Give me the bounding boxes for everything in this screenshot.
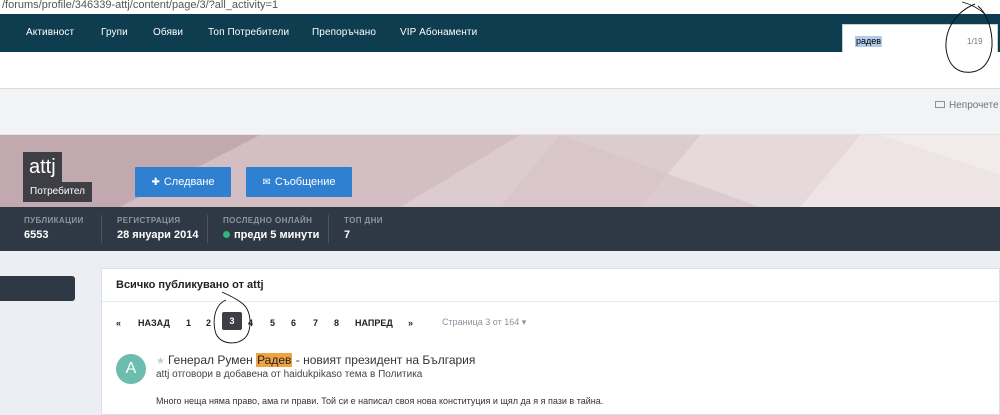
profile-side-menu-item[interactable]	[0, 276, 75, 301]
stat-last-online-value: преди 5 минути	[223, 229, 319, 241]
post-title-link[interactable]: ★ Генерал Румен Радев - новият президент …	[156, 353, 475, 367]
pager-page-current[interactable]: 3	[222, 312, 242, 330]
search-highlight: Радев	[256, 353, 293, 367]
stat-posts-label: ПУБЛИКАЦИИ	[24, 216, 84, 225]
star-icon: ★	[156, 356, 165, 367]
pager-info-text: Страница 3 от 164	[442, 317, 520, 327]
unread-content-link[interactable]: Непрочете	[935, 100, 999, 111]
breadcrumb-bar	[0, 89, 1000, 135]
nav-item-activity[interactable]: Активност	[26, 14, 74, 52]
pager-first-button[interactable]: «	[116, 317, 121, 329]
pager-page-4[interactable]: 4	[248, 317, 253, 329]
follow-icon: ✚	[151, 177, 160, 188]
message-button[interactable]: ✉ Съобщение	[246, 167, 352, 197]
nav-item-top-users[interactable]: Топ Потребители	[208, 14, 289, 52]
pager-page-1[interactable]: 1	[186, 317, 191, 329]
nav-item-groups[interactable]: Групи	[101, 14, 128, 52]
nav-item-recommended[interactable]: Препоръчано	[312, 14, 376, 52]
stat-registration-value: 28 януари 2014	[117, 229, 199, 241]
pager-page-2[interactable]: 2	[206, 317, 211, 329]
pager-page-info[interactable]: Страница 3 от 164 ▾	[442, 317, 526, 328]
unread-icon	[935, 100, 945, 108]
profile-stats-bar: ПУБЛИКАЦИИ 6553 РЕГИСТРАЦИЯ 28 януари 20…	[0, 207, 1000, 251]
activity-panel: Всичко публикувано от attj « НАЗАД 1 2 3…	[101, 268, 1000, 415]
stat-divider	[101, 215, 102, 243]
stat-divider	[328, 215, 329, 243]
pager-last-button[interactable]: »	[408, 317, 413, 329]
stat-top-days-value: 7	[344, 229, 351, 241]
stat-last-online-text: преди 5 минути	[234, 229, 320, 241]
avatar[interactable]: A	[116, 354, 146, 384]
pager-page-6[interactable]: 6	[291, 317, 296, 329]
pager-page-7[interactable]: 7	[313, 317, 318, 329]
follow-button[interactable]: ✚ Следване	[135, 167, 231, 197]
nav-item-vip[interactable]: VIP Абонаменти	[400, 14, 477, 52]
post-title-part: - новият президент на България	[292, 353, 476, 367]
profile-role: Потребител	[23, 182, 92, 202]
post-excerpt: Много неща няма право, ама ги прави. Той…	[156, 396, 604, 406]
pager-page-8[interactable]: 8	[334, 317, 339, 329]
online-status-icon	[223, 231, 230, 238]
caret-down-icon: ▾	[521, 317, 527, 327]
stat-top-days-label: ТОП ДНИ	[344, 216, 383, 225]
header-bar	[0, 52, 1000, 89]
unread-label: Непрочете	[949, 100, 999, 111]
post-title-part: Генерал Румен	[167, 353, 257, 367]
nav-item-ads[interactable]: Обяви	[153, 14, 183, 52]
follow-label: Следване	[163, 176, 215, 188]
stat-registration-label: РЕГИСТРАЦИЯ	[117, 216, 181, 225]
pager-prev-button[interactable]: НАЗАД	[138, 317, 170, 329]
stat-last-online-label: ПОСЛЕДНО ОНЛАЙН	[223, 216, 313, 225]
find-match-count: 1/19	[967, 37, 983, 46]
find-query[interactable]: радев	[855, 36, 883, 47]
envelope-icon: ✉	[262, 177, 271, 188]
pager-page-5[interactable]: 5	[270, 317, 275, 329]
message-label: Съобщение	[274, 176, 336, 188]
profile-username: attj	[23, 152, 62, 182]
activity-title: Всичко публикувано от attj	[116, 279, 264, 291]
stat-posts-value: 6553	[24, 229, 49, 241]
divider	[102, 301, 1000, 302]
stat-divider	[207, 215, 208, 243]
pager-next-button[interactable]: НАПРЕД	[355, 317, 393, 329]
main-navigation: Активност Групи Обяви Топ Потребители Пр…	[0, 14, 1000, 60]
post-meta: attj отговори в добавена от haidukpikaso…	[156, 369, 423, 380]
address-bar[interactable]: /forums/profile/346339-attj/content/page…	[0, 0, 1000, 14]
